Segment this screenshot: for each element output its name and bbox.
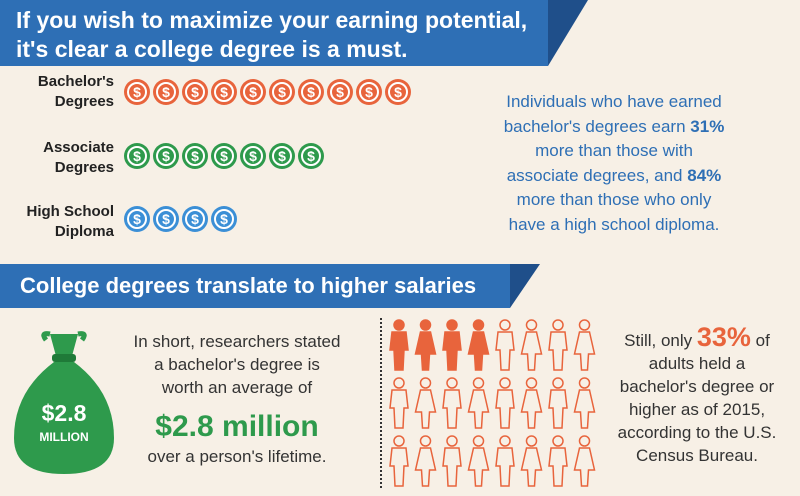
headline-line-2: it's clear a college degree is a must. bbox=[16, 36, 408, 62]
dollar-coin-icon: $ bbox=[385, 79, 411, 105]
person-male-icon bbox=[548, 319, 568, 371]
comparison-line-4: associate degrees, and 84% bbox=[476, 164, 752, 189]
census-post: of bbox=[750, 331, 770, 350]
census-line-4: higher as of 2015, bbox=[628, 400, 766, 419]
person-female-icon bbox=[573, 435, 596, 487]
comparison-line-3: more than those with bbox=[535, 141, 693, 160]
person-female-icon bbox=[467, 377, 490, 429]
dollar-coin-icon: $ bbox=[211, 206, 237, 232]
person-male-icon bbox=[442, 377, 462, 429]
dollar-coin-icon: $ bbox=[182, 143, 208, 169]
census-line-6: Census Bureau. bbox=[636, 446, 758, 465]
bachelors-label-line-2: Degrees bbox=[54, 93, 114, 110]
bag-unit: MILLION bbox=[39, 430, 89, 444]
person-female-icon bbox=[520, 435, 543, 487]
highschool-coins: $ $ $ $ bbox=[124, 206, 237, 232]
pct-vs-associate: 31% bbox=[690, 116, 725, 136]
person-male-icon bbox=[442, 319, 462, 371]
comparison-line-2-text: bachelor's degrees earn bbox=[503, 116, 691, 136]
person-female-icon bbox=[467, 435, 490, 487]
highschool-label: High School Diploma bbox=[27, 202, 115, 242]
associate-label-line-2: Degrees bbox=[54, 159, 114, 176]
person-female-icon bbox=[573, 377, 596, 429]
people-grid bbox=[389, 319, 596, 487]
person-female-icon bbox=[414, 377, 437, 429]
comparison-line-1: Individuals who have earned bbox=[506, 92, 722, 111]
comparison-line-6: have a high school diploma. bbox=[508, 214, 720, 234]
section-title: College degrees translate to higher sala… bbox=[20, 273, 477, 298]
section-banner-tail bbox=[510, 264, 540, 308]
associate-label-line-1: Associate bbox=[43, 139, 114, 156]
census-line-2: adults held a bbox=[648, 354, 746, 373]
person-female-icon bbox=[520, 319, 543, 371]
earnings-comparison: Individuals who have earned bachelor's d… bbox=[476, 90, 752, 237]
person-male-icon bbox=[389, 435, 409, 487]
dollar-coin-icon: $ bbox=[153, 143, 179, 169]
worth-line-3: worth an average of bbox=[161, 378, 313, 397]
dollar-coin-icon: $ bbox=[124, 143, 150, 169]
census-line-5: according to the U.S. bbox=[617, 423, 777, 442]
comparison-line-5: more than those who only bbox=[516, 190, 712, 209]
person-male-icon bbox=[548, 435, 568, 487]
highschool-label-line-1: High School bbox=[26, 203, 115, 220]
dollar-coin-icon: $ bbox=[240, 79, 266, 105]
highschool-label-line-2: Diploma bbox=[54, 223, 114, 240]
comparison-line-2: bachelor's degrees earn 31% bbox=[476, 115, 752, 140]
person-female-icon bbox=[414, 435, 437, 487]
section-divider bbox=[380, 318, 382, 488]
worth-line-2: a bachelor's degree is bbox=[154, 355, 320, 374]
person-male-icon bbox=[442, 435, 462, 487]
associate-label: Associate Degrees bbox=[43, 138, 114, 178]
census-line-1: Still, only 33% of bbox=[604, 324, 790, 352]
dollar-coin-icon: $ bbox=[182, 79, 208, 105]
person-female-icon bbox=[414, 319, 437, 371]
dollar-coin-icon: $ bbox=[211, 143, 237, 169]
dollar-coin-icon: $ bbox=[153, 79, 179, 105]
dollar-coin-icon: $ bbox=[211, 79, 237, 105]
bachelors-label-line-1: Bachelor's bbox=[37, 73, 114, 90]
dollar-coin-icon: $ bbox=[124, 206, 150, 232]
person-male-icon bbox=[495, 319, 515, 371]
dollar-coin-icon: $ bbox=[124, 79, 150, 105]
worth-line-1: In short, researchers stated bbox=[133, 332, 341, 351]
person-female-icon bbox=[467, 319, 490, 371]
census-line-3: bachelor's degree or bbox=[619, 377, 775, 396]
dollar-coin-icon: $ bbox=[240, 143, 266, 169]
person-female-icon bbox=[520, 377, 543, 429]
person-male-icon bbox=[495, 377, 515, 429]
census-text: Still, only 33% of adults held a bachelo… bbox=[604, 324, 790, 467]
bag-value: $2.8 bbox=[41, 400, 87, 426]
dollar-coin-icon: $ bbox=[327, 79, 353, 105]
dollar-coin-icon: $ bbox=[298, 143, 324, 169]
dollar-coin-icon: $ bbox=[298, 79, 324, 105]
person-male-icon bbox=[389, 377, 409, 429]
census-pre: Still, only bbox=[624, 331, 697, 350]
bachelors-coins: $ $ $ $ $ $ $ $ $ $ bbox=[124, 79, 411, 105]
pct-vs-highschool: 84% bbox=[687, 165, 722, 185]
headline: If you wish to maximize your earning pot… bbox=[16, 6, 527, 64]
dollar-coin-icon: $ bbox=[153, 206, 179, 232]
headline-banner-tail bbox=[548, 0, 588, 66]
person-male-icon bbox=[389, 319, 409, 371]
worth-line-4: over a person's lifetime. bbox=[147, 447, 327, 466]
dollar-coin-icon: $ bbox=[182, 206, 208, 232]
person-female-icon bbox=[573, 319, 596, 371]
associate-coins: $ $ $ $ $ $ $ bbox=[124, 143, 324, 169]
comparison-line-4-text: associate degrees, and bbox=[506, 165, 688, 185]
dollar-coin-icon: $ bbox=[356, 79, 382, 105]
dollar-coin-icon: $ bbox=[269, 143, 295, 169]
worth-text: In short, researchers stated a bachelor'… bbox=[114, 330, 360, 399]
worth-amount: $2.8 million bbox=[155, 410, 319, 443]
person-male-icon bbox=[548, 377, 568, 429]
bachelors-label: Bachelor's Degrees bbox=[38, 72, 114, 112]
person-male-icon bbox=[495, 435, 515, 487]
headline-line-1: If you wish to maximize your earning pot… bbox=[16, 7, 528, 33]
dollar-coin-icon: $ bbox=[269, 79, 295, 105]
census-pct: 33% bbox=[696, 322, 751, 352]
